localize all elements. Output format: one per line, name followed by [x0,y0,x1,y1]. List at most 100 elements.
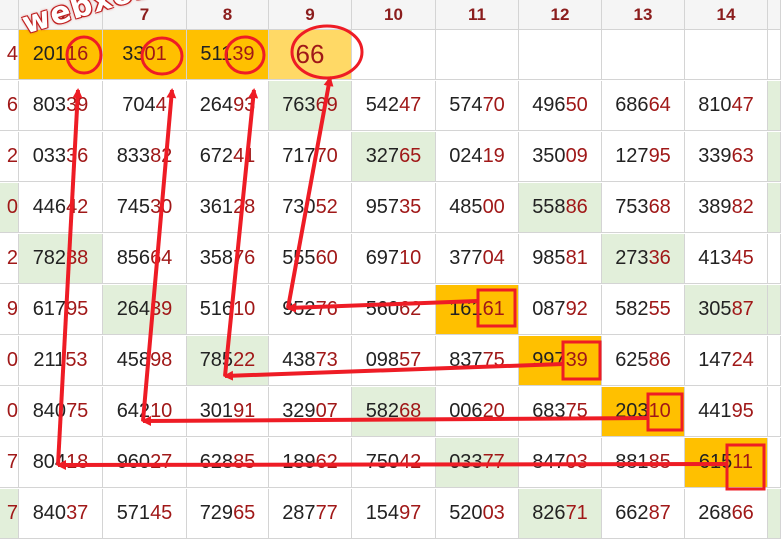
number-prefix: 745 [116,196,151,218]
number-last-two-digits: 69 [315,94,338,116]
number-cell: 301 91 [187,387,269,437]
number-last-two-digits: 68 [648,196,671,218]
number-prefix: 189 [282,451,316,473]
number-cell: 098 57 [352,336,436,386]
number-last-two-digits: 10 [233,298,256,320]
number-last-two-digits: 82 [731,196,754,218]
number-cell: 997 39 [519,336,602,386]
number-cell: 154 97 [352,489,436,539]
number-last-two-digits: 38 [66,247,89,269]
number-prefix: 952 [282,298,316,320]
row-left-edge-digit: 7 [0,438,19,488]
number-prefix: 516 [199,298,234,320]
number-cell: 642 10 [103,387,187,437]
row-right-edge [768,336,781,386]
number-last-two-digits: 65 [399,145,422,167]
number-cell: 555 60 [269,234,352,284]
number-cell: 628 85 [187,438,269,488]
number-prefix: 730 [282,196,316,218]
number-prefix: 201 [32,43,67,65]
number-cell: 574 70 [436,81,519,131]
row-left-edge-digit: 7 [0,489,19,539]
number-cell: 446 42 [19,183,103,233]
header-left-edge [0,0,19,30]
number-cell: 704 4 [103,81,187,131]
number-prefix: 672 [199,145,234,167]
number-cell: 006 20 [436,387,519,437]
number-last-two-digits: 98 [150,349,173,371]
number-prefix: 024 [449,145,483,167]
row-right-edge [768,489,781,539]
number-prefix: 582 [615,298,649,320]
number-last-two-digits: 22 [233,349,256,371]
number-cell: 985 81 [519,234,602,284]
number-cell: 803 39 [19,81,103,131]
number-prefix: 287 [282,502,316,524]
number-cell: 571 45 [103,489,187,539]
number-cell: 264 39 [103,285,187,335]
number-cell: 329 07 [269,387,352,437]
number-cell: 458 98 [103,336,187,386]
number-cell: 625 86 [602,336,685,386]
number-cell: 785 22 [187,336,269,386]
row-right-edge [768,183,781,233]
number-last-two-digits: 86 [565,196,588,218]
number-prefix: 717 [282,145,316,167]
number-cell: 389 82 [685,183,768,233]
number-cell: 840 75 [19,387,103,437]
number-cell: 361 28 [187,183,269,233]
number-last-two-digits: 85 [648,451,671,473]
number-prefix: 985 [532,247,566,269]
number-prefix: 264 [199,94,234,116]
number-cell: 672 41 [187,132,269,182]
number-last-two-digits: 10 [150,400,173,422]
number-cell: 511 39 [187,30,269,80]
number-prefix: 582 [365,400,400,422]
number-cell: 273 36 [602,234,685,284]
number-cell: 264 93 [187,81,269,131]
number-last-two-digits: 57 [399,349,422,371]
number-last-two-digits: 93 [233,94,256,116]
number-cell: 582 68 [352,387,436,437]
row-right-edge [768,438,781,488]
number-last-two-digits: 70 [482,94,505,116]
number-last-two-digits: 81 [565,247,588,269]
number-last-two-digits: 47 [399,94,422,116]
number-cell: 810 47 [685,81,768,131]
number-cell: 127 95 [602,132,685,182]
number-cell: 662 87 [602,489,685,539]
table-row: 6 803 39 704 4 264 93 763 69 542 47 574 70 496 50 686 64… [0,81,781,132]
number-last-two-digits: 95 [648,145,671,167]
number-prefix: 273 [615,247,649,269]
number-cell: 033 36 [19,132,103,182]
number-cell: 763 69 [269,81,352,131]
table-row: 2 033 36 833 82 672 41 717 70 327 65 024 19 350 09 127 9… [0,132,781,183]
number-prefix: 264 [116,298,151,320]
number-prefix: 542 [365,94,400,116]
number-prefix: 438 [282,349,316,371]
number-cell: 837 75 [436,336,519,386]
number-prefix: 571 [116,502,151,524]
number-cell: 024 19 [436,132,519,182]
number-prefix: 458 [116,349,151,371]
row-right-edge [768,81,781,131]
number-cell: 161 61 [436,285,519,335]
number-last-two-digits: 18 [66,451,89,473]
row-left-edge-digit: 9 [0,285,19,335]
number-last-two-digits: 70 [315,145,338,167]
number-prefix: 301 [199,400,234,422]
number-cell: 268 66 [685,489,768,539]
number-cell: 804 18 [19,438,103,488]
number-last-two-digits: 47 [731,94,754,116]
number-last-two-digits: 68 [399,400,422,422]
number-prefix: 305 [698,298,732,320]
number-cell: 960 27 [103,438,187,488]
number-last-two-digits: 61 [482,298,505,320]
number-last-two-digits: 37 [66,502,89,524]
number-cell [436,30,519,80]
number-cell: 753 68 [602,183,685,233]
number-prefix: 810 [698,94,732,116]
number-prefix: 350 [532,145,566,167]
number-cell: 560 62 [352,285,436,335]
number-cell: 833 82 [103,132,187,182]
